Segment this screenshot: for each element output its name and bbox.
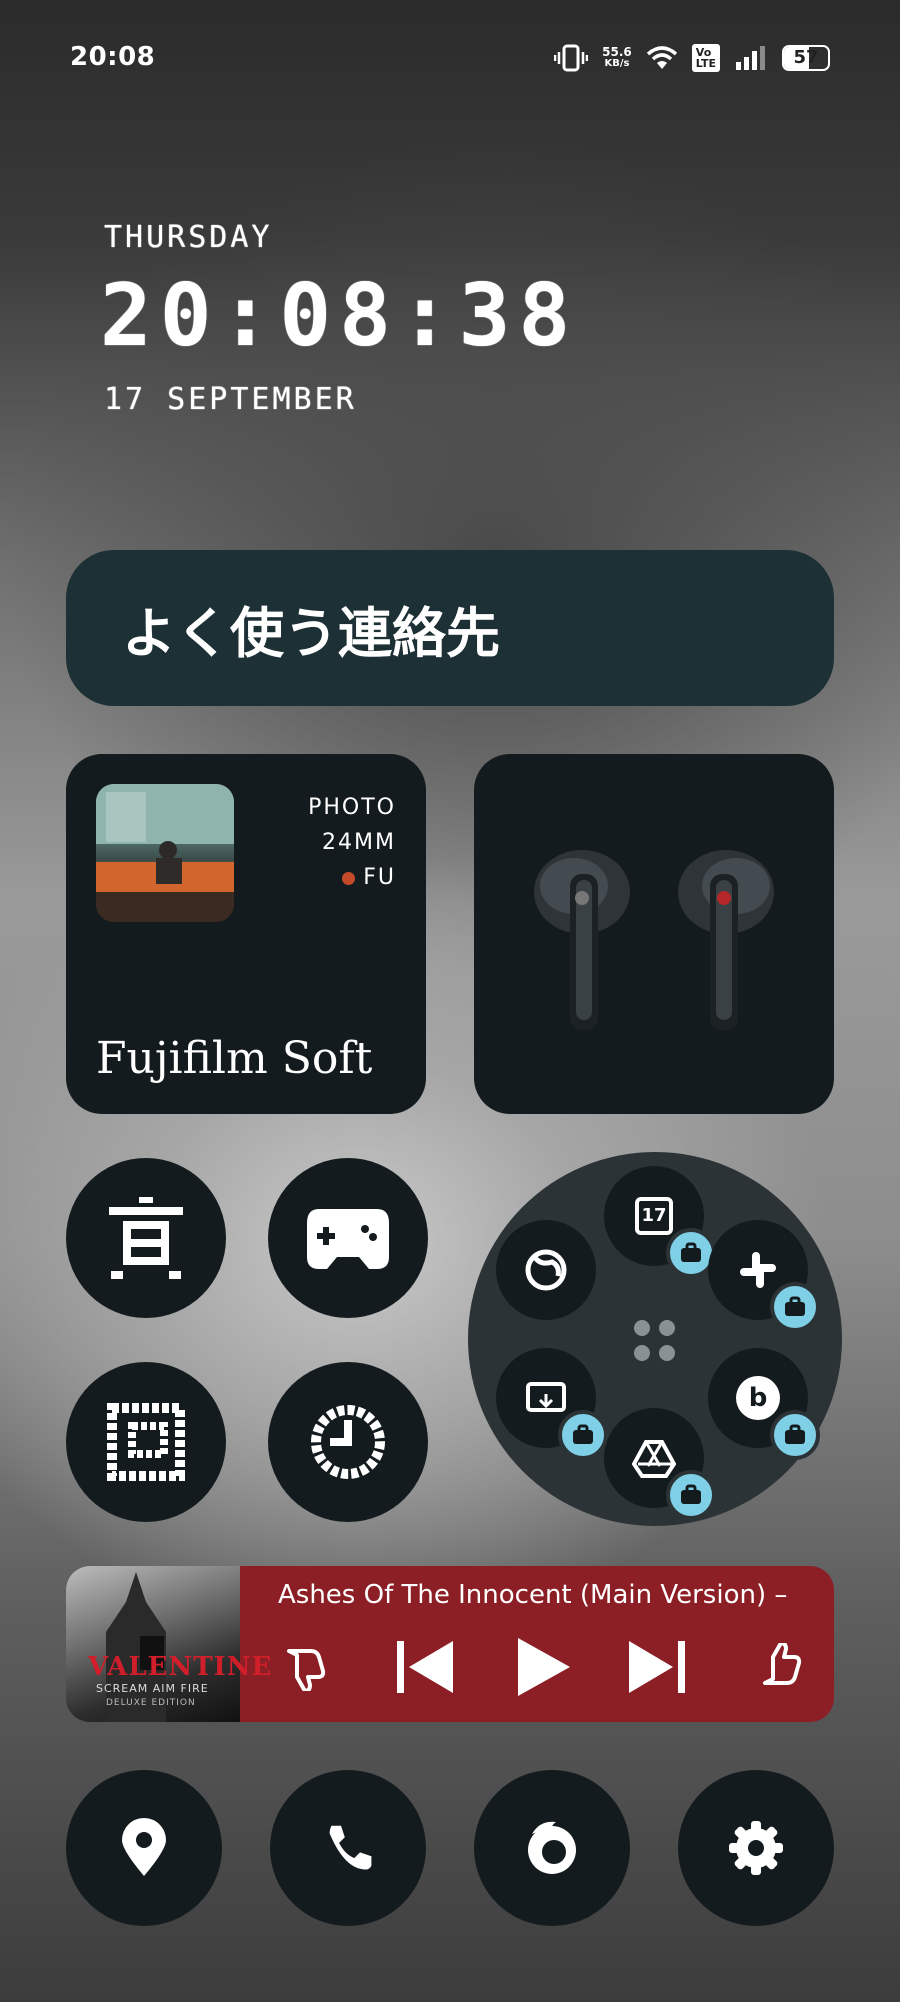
firefox-icon (528, 1821, 576, 1874)
folder-app-bing[interactable]: b (708, 1348, 820, 1460)
photo-meta: PHOTO 24MM FU (308, 795, 396, 890)
clock-day: THURSDAY (104, 220, 273, 255)
game-app[interactable] (268, 1158, 428, 1318)
dock-phone[interactable] (270, 1770, 426, 1926)
play-icon (518, 1638, 570, 1696)
signal-icon (736, 46, 765, 70)
previous-icon (397, 1641, 453, 1693)
thumbs-up-icon (763, 1643, 802, 1685)
next-button[interactable] (622, 1632, 692, 1702)
firefox-icon (525, 1249, 567, 1291)
volte-icon: Vo LTE (691, 44, 720, 72)
settings-icon (729, 1821, 783, 1875)
work-briefcase-icon (558, 1410, 608, 1460)
net-speed: 55.6 KB/s (602, 45, 632, 69)
photo-widget[interactable]: PHOTO 24MM FU Fujifilm Soft (66, 754, 426, 1114)
vibrate-icon (554, 44, 589, 72)
camera-app[interactable] (66, 1362, 226, 1522)
photo-widget-title: Fujifilm Soft (96, 1033, 373, 1084)
phone-icon (329, 1825, 372, 1870)
wifi-icon (646, 46, 677, 69)
remote-desktop-icon (526, 1382, 566, 1412)
play-button[interactable] (508, 1632, 578, 1702)
battery-icon: 57 (782, 45, 830, 71)
gamepad-icon (307, 1209, 389, 1269)
clock-app[interactable] (268, 1362, 428, 1522)
folder-app-slack[interactable] (708, 1220, 820, 1332)
maps-icon (122, 1818, 166, 1876)
thumbs-up-button[interactable] (752, 1636, 812, 1696)
folder-app-calendar[interactable]: 17 (604, 1166, 716, 1278)
folder-app-firefox[interactable] (496, 1220, 596, 1320)
album-edition: DELUXE EDITION (106, 1698, 196, 1708)
clock-date: 17 SEPTEMBER (104, 382, 357, 417)
earbuds-image (534, 850, 774, 1030)
playback-controls (276, 1628, 816, 1708)
music-widget[interactable]: VALENTINE SCREAM AIM FIRE DELUXE EDITION… (66, 1566, 834, 1722)
previous-button[interactable] (390, 1632, 460, 1702)
work-briefcase-icon (666, 1470, 716, 1520)
next-icon (629, 1641, 685, 1693)
dock-maps[interactable] (66, 1770, 222, 1926)
favorite-contacts-label: よく使う連絡先 (122, 601, 500, 665)
status-icons: 55.6 KB/s Vo LTE 57 (554, 40, 830, 76)
earbuds-widget[interactable] (474, 754, 834, 1114)
thumbs-down-button[interactable] (276, 1638, 336, 1698)
work-briefcase-icon (770, 1410, 820, 1460)
folder-app-drive[interactable] (604, 1408, 716, 1520)
train-icon (109, 1197, 183, 1279)
album-title: VALENTINE (88, 1652, 273, 1682)
track-title: Ashes Of The Innocent (Main Version) – (278, 1580, 788, 1610)
thumbs-down-icon (287, 1649, 326, 1691)
clock-time: 20:08:38 (100, 266, 579, 366)
folder-app-remote-desktop[interactable] (496, 1348, 608, 1460)
status-time: 20:08 (70, 42, 156, 72)
clock-icon (311, 1405, 385, 1479)
drive-icon (632, 1440, 676, 1478)
slack-icon (740, 1252, 776, 1288)
transit-app[interactable] (66, 1158, 226, 1318)
folder-grid-icon (634, 1320, 676, 1362)
album-art: VALENTINE SCREAM AIM FIRE DELUXE EDITION (66, 1566, 271, 1722)
record-dot-icon (342, 871, 356, 885)
work-briefcase-icon (770, 1282, 820, 1332)
album-subtitle: SCREAM AIM FIRE (96, 1682, 209, 1695)
camera-icon (107, 1403, 185, 1481)
photo-thumbnail (96, 784, 234, 922)
calendar-icon: 17 (635, 1197, 673, 1235)
bing-icon: b (736, 1376, 780, 1420)
favorite-contacts-widget[interactable]: よく使う連絡先 (66, 550, 834, 706)
dock-firefox[interactable] (474, 1770, 630, 1926)
dock-settings[interactable] (678, 1770, 834, 1926)
